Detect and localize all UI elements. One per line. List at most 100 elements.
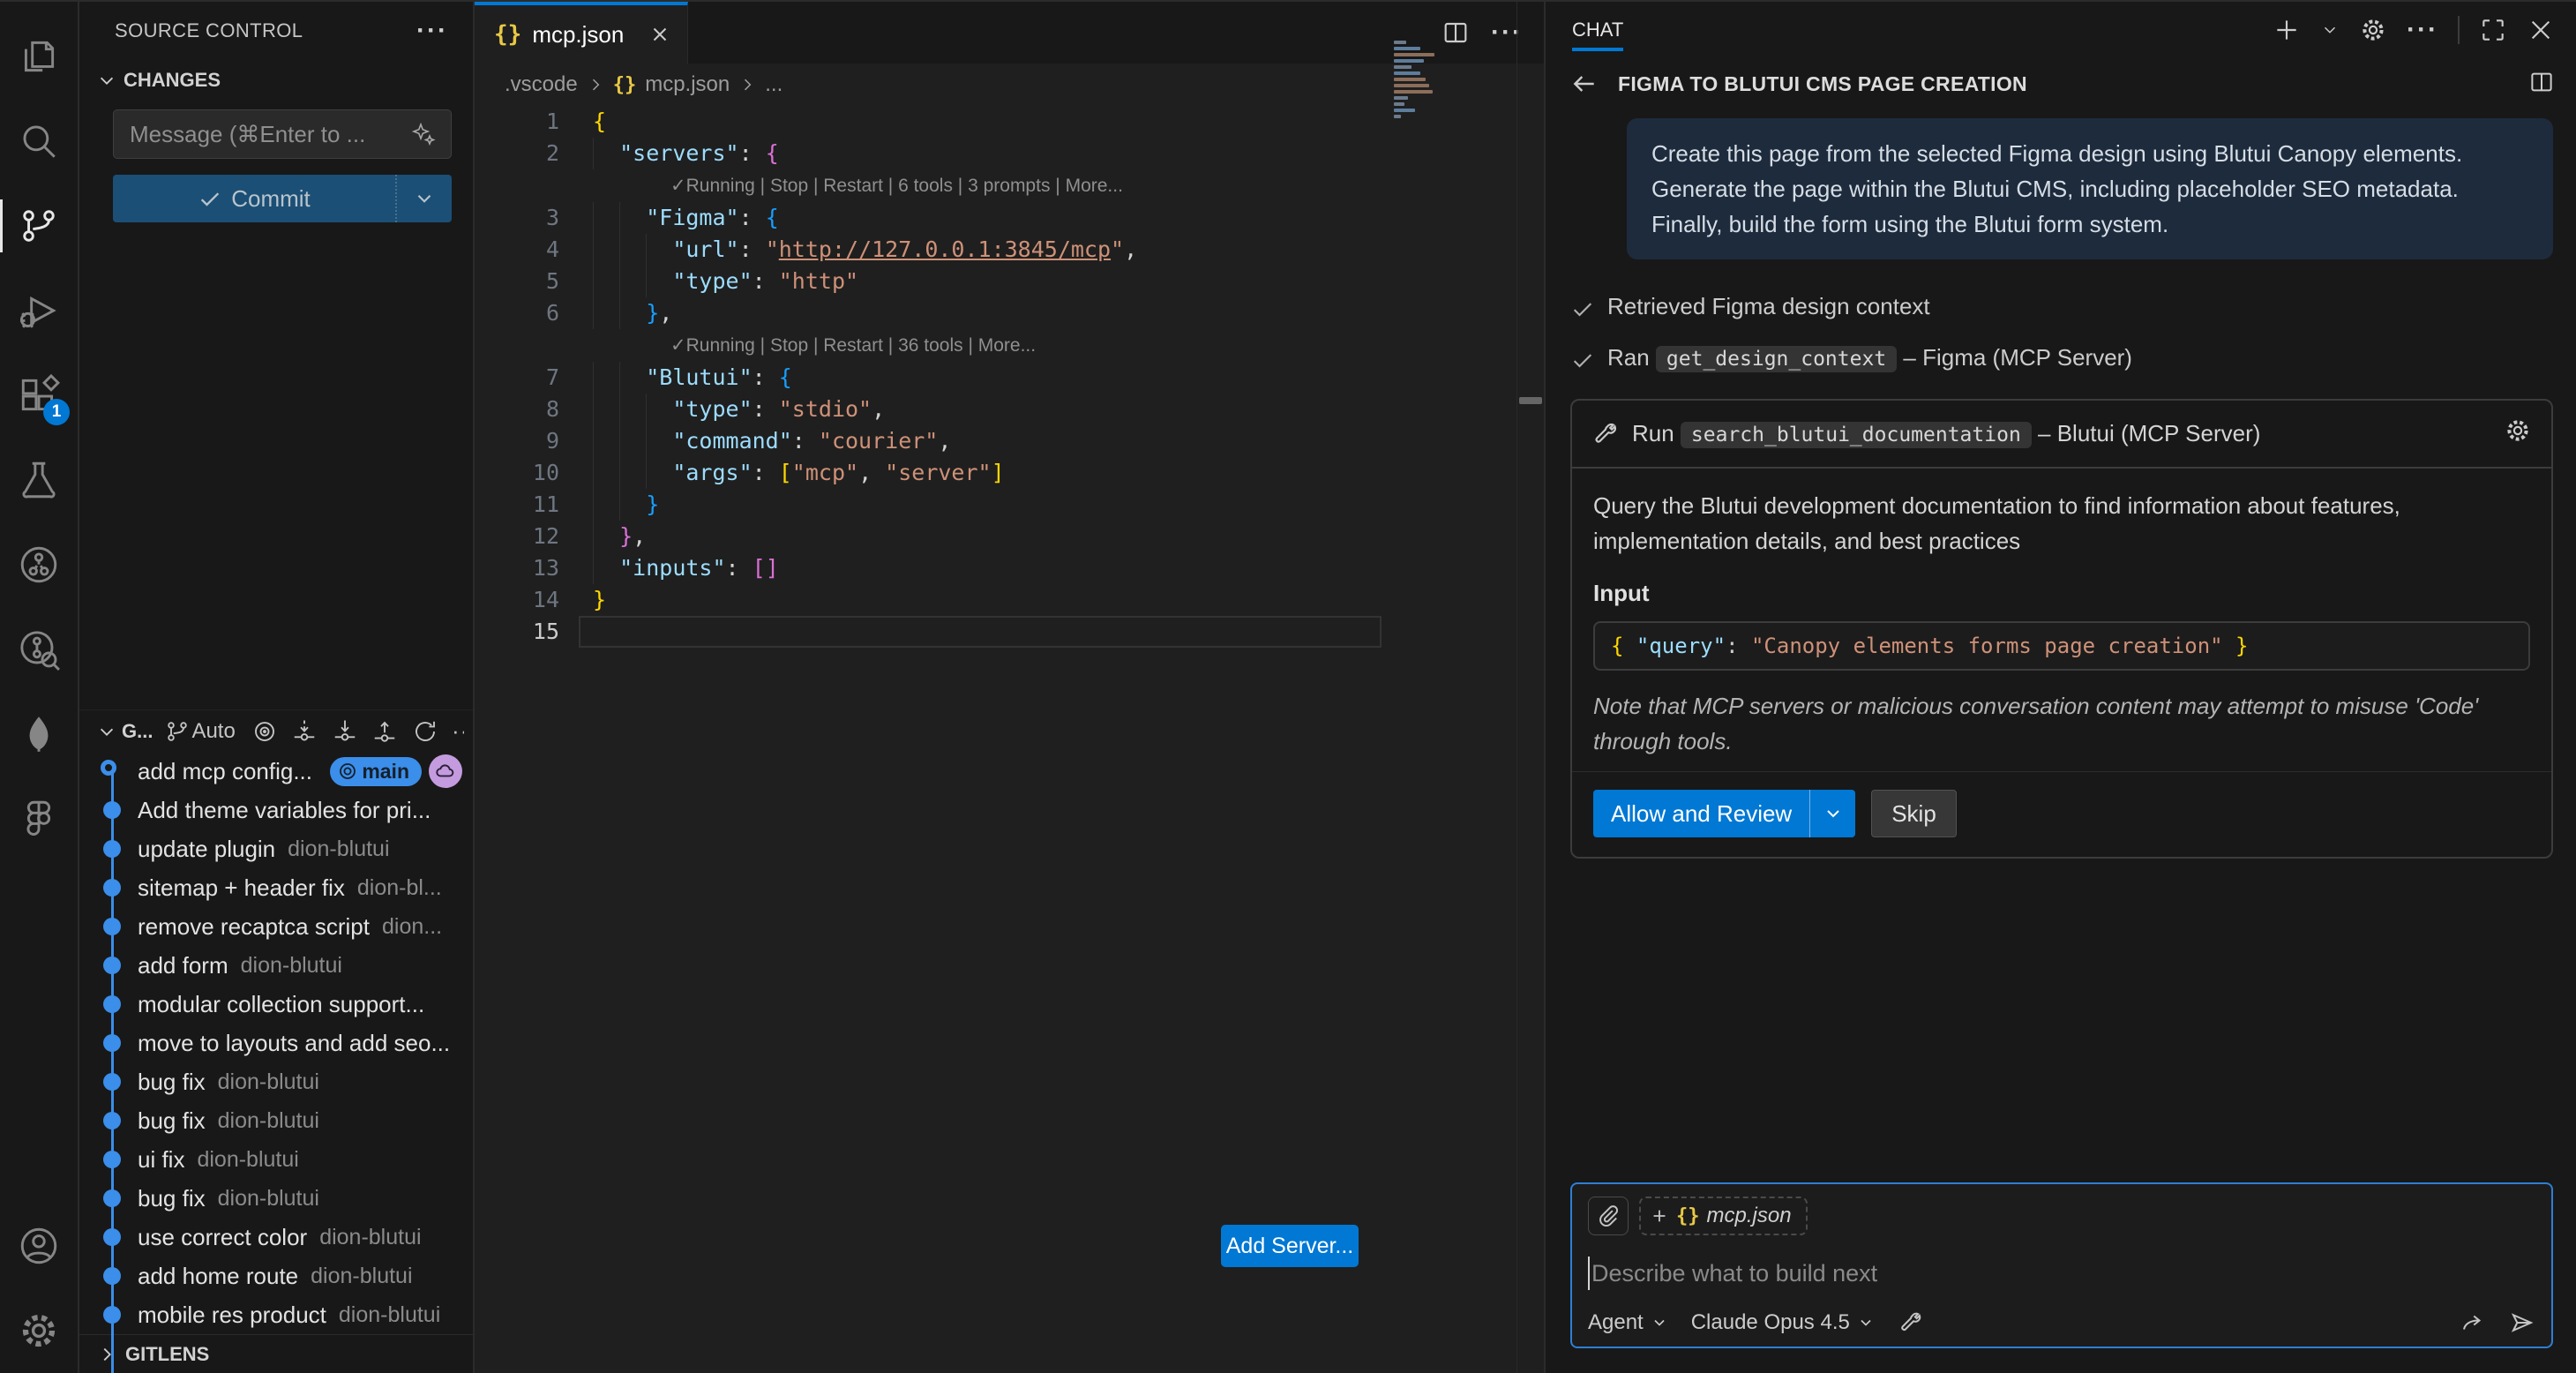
activity-bar-item-settings[interactable] (0, 1288, 79, 1373)
commit-row[interactable]: modular collection support... (79, 985, 473, 1024)
code-line-7[interactable]: 7 "Blutui": { (475, 362, 1544, 394)
cloud-badge[interactable] (429, 754, 462, 788)
tool-step[interactable]: Ran get_design_context – Figma (MCP Serv… (1570, 344, 2553, 372)
code-line-1[interactable]: 1{ (475, 106, 1544, 138)
close-icon[interactable] (648, 23, 671, 46)
code-line-8[interactable]: 8 "type": "stdio", (475, 394, 1544, 425)
commit-message-input[interactable]: Message (⌘Enter to ... (113, 109, 452, 159)
more-actions-icon[interactable]: ··· (416, 22, 448, 40)
commit-row[interactable]: bug fixdion-blutui (79, 1062, 473, 1101)
model-picker[interactable]: Claude Opus 4.5 (1691, 1310, 1875, 1335)
push-icon[interactable] (371, 718, 398, 745)
activity-bar-item-run-debug[interactable] (0, 268, 79, 353)
code-line-14[interactable]: 14} (475, 584, 1544, 616)
tab-mcp-json[interactable]: {} mcp.json (475, 2, 688, 64)
commit-row[interactable]: bug fixdion-blutui (79, 1101, 473, 1140)
code-line-9[interactable]: 9 "command": "courier", (475, 425, 1544, 457)
breadcrumb-folder[interactable]: .vscode (505, 72, 578, 97)
code-editor[interactable]: 1{2 "servers": {✓Running | Stop | Restar… (475, 106, 1544, 1373)
activity-bar-item-testing[interactable] (0, 438, 79, 522)
code-line-12[interactable]: 12 }, (475, 521, 1544, 552)
activity-bar-item-figma[interactable] (0, 777, 79, 861)
commit-button[interactable]: Commit (113, 175, 452, 222)
code-line-13[interactable]: 13 "inputs": [] (475, 552, 1544, 584)
tools-icon[interactable] (1898, 1309, 1924, 1336)
branch-badge[interactable]: main (330, 757, 422, 786)
breadcrumb-symbol[interactable]: ... (765, 72, 783, 97)
commit-row[interactable]: bug fixdion-blutui (79, 1179, 473, 1218)
gitlens-section-header[interactable]: GITLENS (79, 1334, 473, 1373)
minimap[interactable] (1394, 41, 1475, 118)
allow-and-review-button[interactable]: Allow and Review (1593, 790, 1855, 837)
send-icon[interactable] (2509, 1309, 2535, 1336)
commit-dropdown-button[interactable] (395, 175, 452, 222)
code-line-2[interactable]: 2 "servers": { (475, 138, 1544, 169)
maximize-icon[interactable] (2479, 16, 2507, 44)
context-file-chip[interactable]: {} mcp.json (1639, 1197, 1808, 1235)
forward-arrow-icon[interactable] (2460, 1309, 2486, 1336)
codelens-actions[interactable]: ✓Running | Stop | Restart | 36 tools | M… (475, 329, 1544, 362)
target-icon[interactable] (251, 718, 278, 745)
activity-bar-item-source-control[interactable] (0, 184, 79, 268)
commit-row[interactable]: update plugindion-blutui (79, 829, 473, 868)
activity-bar-item-git-graph[interactable] (0, 522, 79, 607)
graph-section-header[interactable]: G... Auto ··· (79, 709, 473, 752)
allow-button-label[interactable]: Allow and Review (1593, 800, 1809, 828)
chevron-down-icon[interactable] (2320, 20, 2340, 40)
attach-context-button[interactable] (1588, 1197, 1629, 1235)
chat-input[interactable]: Describe what to build next (1588, 1253, 2535, 1294)
commit-row[interactable]: add formdion-blutui (79, 946, 473, 985)
gear-icon[interactable] (2359, 16, 2387, 44)
commit-row[interactable]: add home routedion-blutui (79, 1257, 473, 1295)
fetch-icon[interactable] (291, 718, 318, 745)
skip-button[interactable]: Skip (1871, 790, 1957, 837)
add-server-button[interactable]: Add Server... (1221, 1225, 1359, 1267)
back-arrow-icon[interactable] (1570, 70, 1599, 98)
allow-dropdown-button[interactable] (1809, 790, 1855, 837)
tool-settings[interactable] (2504, 416, 2532, 451)
pull-icon[interactable] (332, 718, 358, 745)
tab-chat[interactable]: CHAT (1572, 2, 1623, 58)
open-in-editor[interactable] (2528, 69, 2555, 100)
code-line-5[interactable]: 5 "type": "http" (475, 266, 1544, 297)
tool-step[interactable]: Retrieved Figma design context (1570, 293, 2553, 321)
code-line-11[interactable]: 11 } (475, 489, 1544, 521)
chat-conversation[interactable]: Create this page from the selected Figma… (1546, 109, 2576, 1182)
sparkle-icon[interactable] (408, 119, 438, 149)
commit-row[interactable]: move to layouts and add seo... (79, 1024, 473, 1062)
commit-row[interactable]: sitemap + header fixdion-bl... (79, 868, 473, 907)
activity-bar-item-extensions[interactable]: 1 (0, 353, 79, 438)
code-line-4[interactable]: 4 "url": "http://127.0.0.1:3845/mcp", (475, 234, 1544, 266)
code-line-10[interactable]: 10 "args": ["mcp", "server"] (475, 457, 1544, 489)
breadcrumb[interactable]: .vscode {} mcp.json ... (475, 64, 1544, 106)
more-actions-icon[interactable]: ··· (2407, 21, 2438, 39)
breadcrumb-file[interactable]: mcp.json (645, 72, 730, 97)
more-actions-icon[interactable]: ··· (452, 717, 464, 745)
code-line-3[interactable]: 3 "Figma": { (475, 202, 1544, 234)
activity-bar-item-mongodb[interactable] (0, 692, 79, 777)
new-chat-icon[interactable] (2273, 16, 2301, 44)
code-line-15[interactable]: 15 (475, 616, 1544, 648)
changes-section-header[interactable]: CHANGES (79, 60, 473, 101)
close-icon[interactable] (2527, 16, 2555, 44)
activity-bar-item-files[interactable] (0, 14, 79, 99)
commit-row[interactable]: add mcp config...main (79, 752, 473, 791)
chat-composer[interactable]: {} mcp.json Describe what to build next … (1570, 1182, 2553, 1348)
commit-row[interactable]: remove recaptca scriptdion... (79, 907, 473, 946)
branch-picker[interactable]: Auto (165, 719, 235, 744)
activity-bar-item-search[interactable] (0, 99, 79, 184)
commit-row[interactable]: Add theme variables for pri... (79, 791, 473, 829)
commit-row[interactable]: ui fixdion-blutui (79, 1140, 473, 1179)
codelens-text[interactable]: ✓Running | Stop | Restart | 6 tools | 3 … (637, 169, 1123, 202)
commit-row[interactable]: use correct colordion-blutui (79, 1218, 473, 1257)
codelens-actions[interactable]: ✓Running | Stop | Restart | 6 tools | 3 … (475, 169, 1544, 202)
mode-picker[interactable]: Agent (1588, 1310, 1668, 1335)
activity-bar-item-account[interactable] (0, 1204, 79, 1288)
code-line-6[interactable]: 6 }, (475, 297, 1544, 329)
codelens-text[interactable]: ✓Running | Stop | Restart | 36 tools | M… (637, 329, 1036, 362)
refresh-icon[interactable] (412, 718, 438, 745)
activity-bar-item-gitlens[interactable] (0, 607, 79, 692)
commit-button-main[interactable]: Commit (113, 185, 395, 213)
commit-row[interactable]: mobile res productdion-blutui (79, 1295, 473, 1334)
more-actions-icon[interactable]: ··· (1491, 24, 1523, 41)
